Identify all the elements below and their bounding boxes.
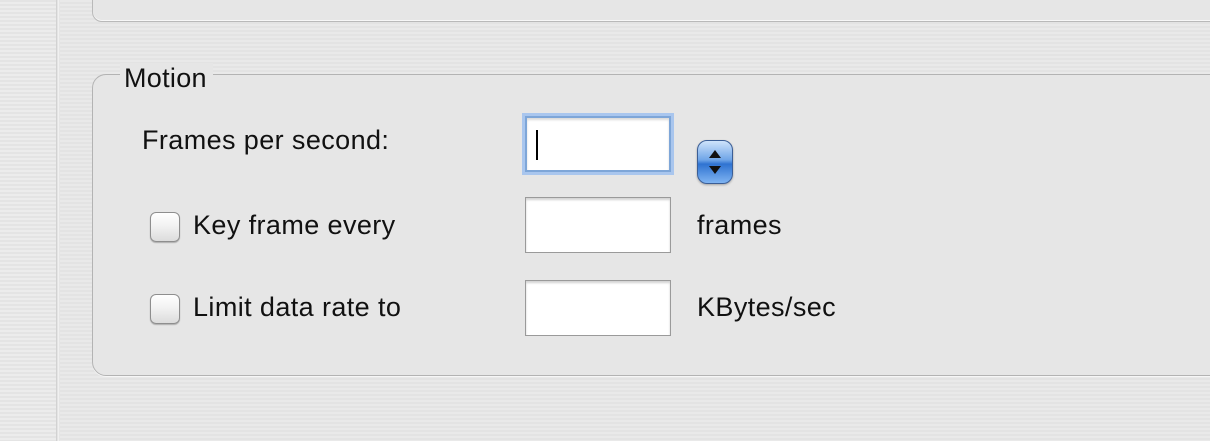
up-down-stepper-icon[interactable]	[697, 140, 733, 184]
key-frame-unit: frames	[697, 210, 782, 240]
limit-data-rate-field[interactable]	[525, 280, 671, 336]
limit-data-rate-checkbox[interactable]	[150, 294, 180, 324]
key-frame-field[interactable]	[525, 197, 671, 253]
previous-group-box	[92, 0, 1210, 22]
frames-per-second-label: Frames per second:	[142, 125, 390, 155]
limit-data-rate-label: Limit data rate to	[193, 292, 402, 322]
stepper-up-arrow-icon[interactable]	[709, 150, 721, 158]
frames-per-second-field[interactable]	[525, 116, 671, 172]
motion-group-title: Motion	[120, 63, 213, 94]
limit-data-rate-unit: KBytes/sec	[697, 292, 837, 322]
key-frame-label: Key frame every	[193, 210, 396, 240]
key-frame-checkbox[interactable]	[150, 212, 180, 242]
stepper-down-arrow-icon[interactable]	[709, 166, 721, 174]
left-sidebar-strip	[0, 0, 56, 441]
text-caret	[536, 130, 538, 160]
